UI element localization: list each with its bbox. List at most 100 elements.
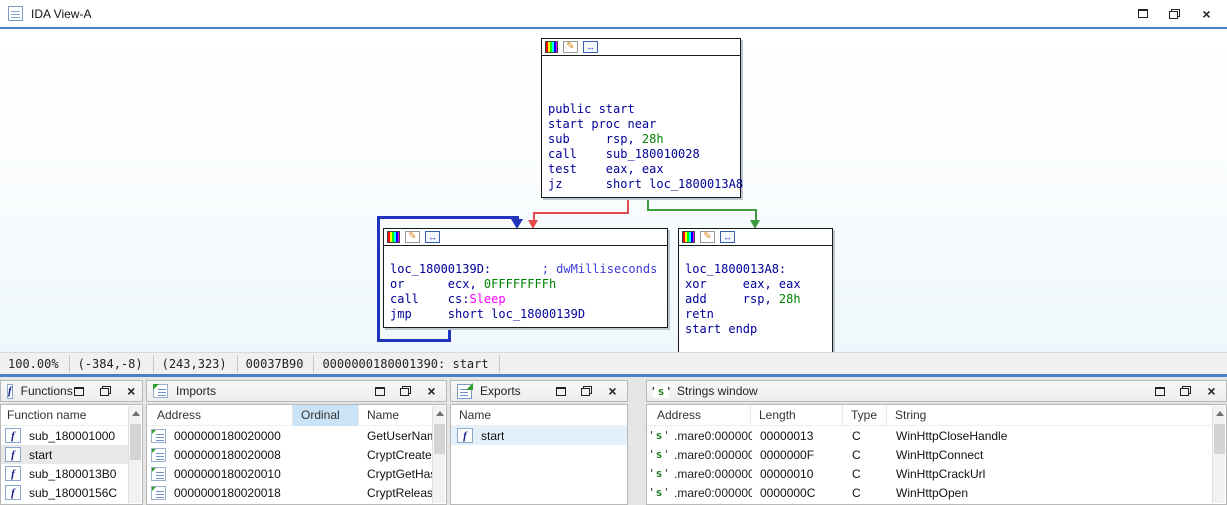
restore-icon[interactable] (1179, 385, 1192, 397)
string-row[interactable]: s.mare0:000000...0000000FCWinHttpConnect (647, 445, 1213, 464)
close-icon[interactable]: × (125, 385, 138, 397)
import-row[interactable]: 0000000180020008CryptCreateH (147, 445, 433, 464)
function-row[interactable]: fsub_1800013B0 (1, 464, 129, 483)
scrollbar-thumb[interactable] (434, 424, 445, 454)
scrollbar-thumb[interactable] (130, 424, 141, 460)
asm-line[interactable]: sub rsp, 28h (548, 132, 740, 147)
function-row[interactable]: fsub_18000156C (1, 483, 129, 502)
restore-icon[interactable] (399, 385, 412, 397)
graph-view[interactable]: public startstart proc nearsub rsp, 28hc… (0, 29, 1227, 352)
edge-loop-back (377, 216, 380, 342)
string-value: WinHttpCloseHandle (888, 429, 1213, 443)
maximize-icon[interactable] (1153, 385, 1166, 397)
maximize-icon[interactable] (73, 385, 86, 397)
column-type[interactable]: Type (843, 405, 887, 426)
strings-titlebar[interactable]: s Strings window × (646, 380, 1227, 402)
imports-panel: Imports × Address Ordinal Name 000000018… (146, 380, 447, 505)
maximize-icon[interactable] (373, 385, 386, 397)
strings-header[interactable]: Address Length Type String (647, 405, 1226, 426)
basic-block-start[interactable]: public startstart proc nearsub rsp, 28hc… (541, 38, 741, 198)
import-address: 0000000180020010 (174, 467, 293, 481)
asm-line[interactable]: call sub_180010028 (548, 147, 740, 162)
import-address: 0000000180020008 (174, 448, 293, 462)
asm-line[interactable]: loc_18000139D: ; dwMilliseconds (390, 262, 667, 277)
import-row[interactable]: 0000000180020018CryptRelease (147, 483, 433, 502)
asm-line[interactable]: start proc near (548, 117, 740, 132)
close-icon[interactable]: × (1200, 8, 1213, 20)
imports-titlebar[interactable]: Imports × (146, 380, 447, 402)
exports-icon (457, 384, 472, 399)
asm-line[interactable]: jmp short loc_18000139D (390, 307, 667, 322)
import-row[interactable]: 0000000180020010CryptGetHas (147, 464, 433, 483)
string-row[interactable]: s.mare0:000000...00000010CWinHttpCrackUr… (647, 464, 1213, 483)
string-row[interactable]: s.mare0:000000...0000000CCWinHttpOpen (647, 483, 1213, 502)
column-ordinal[interactable]: Ordinal (293, 405, 359, 426)
functions-titlebar[interactable]: f Functions × (0, 380, 143, 402)
function-row[interactable]: fsub_180001000 (1, 426, 129, 445)
close-icon[interactable]: × (1205, 385, 1218, 397)
asm-line[interactable]: public start (548, 102, 740, 117)
column-function-name[interactable]: Function name (1, 405, 142, 426)
string-row[interactable]: s.mare0:000000...00000013CWinHttpCloseHa… (647, 426, 1213, 445)
group-node-icon[interactable] (583, 41, 598, 53)
close-icon[interactable]: × (425, 385, 438, 397)
current-address: 0000000180001390: start (314, 355, 499, 373)
functions-header[interactable]: Function name (1, 405, 142, 426)
asm-line[interactable]: start endp (685, 322, 832, 337)
imports-header[interactable]: Address Ordinal Name (147, 405, 446, 426)
asm-line[interactable]: xor eax, eax (685, 277, 832, 292)
asm-line[interactable]: test eax, eax (548, 162, 740, 177)
exports-titlebar[interactable]: Exports × (450, 380, 628, 402)
file-offset: 00037B90 (238, 355, 315, 373)
group-node-icon[interactable] (720, 231, 735, 243)
column-length[interactable]: Length (751, 405, 843, 426)
column-name[interactable]: Name (451, 405, 627, 426)
functions-scrollbar[interactable] (128, 406, 141, 503)
restore-icon[interactable] (1168, 8, 1181, 20)
restore-icon[interactable] (580, 385, 593, 397)
scrollbar-thumb[interactable] (1214, 424, 1225, 454)
node-color-icon[interactable] (682, 231, 695, 243)
block-header (679, 229, 832, 246)
exports-header[interactable]: Name (451, 405, 627, 426)
basic-block-sleep-loop[interactable]: loc_18000139D: ; dwMillisecondsor ecx, 0… (383, 228, 668, 328)
functions-panel: f Functions × Function name fsub_1800010… (0, 380, 143, 505)
group-node-icon[interactable] (425, 231, 440, 243)
export-row[interactable]: fstart (451, 426, 627, 445)
ida-view-titlebar[interactable]: IDA View-A × (0, 0, 1227, 27)
strings-scrollbar[interactable] (1212, 406, 1225, 503)
asm-token: add rsp, (685, 292, 779, 306)
asm-line[interactable]: add rsp, 28h (685, 292, 832, 307)
column-string[interactable]: String (887, 405, 1226, 426)
column-address[interactable]: Address (147, 405, 293, 426)
string-length: 00000013 (752, 429, 844, 443)
edit-node-icon[interactable] (563, 41, 578, 53)
asm-line[interactable]: or ecx, 0FFFFFFFFh (390, 277, 667, 292)
edit-node-icon[interactable] (405, 231, 420, 243)
node-color-icon[interactable] (545, 41, 558, 53)
edge-fallthrough (627, 197, 629, 213)
import-name: GetUserNam (359, 429, 433, 443)
function-row[interactable]: fstart (1, 445, 129, 464)
imports-scrollbar[interactable] (432, 406, 445, 503)
import-address: 0000000180020018 (174, 486, 293, 500)
function-name: sub_18000156C (29, 486, 117, 500)
column-address[interactable]: Address (647, 405, 751, 426)
strings-title: Strings window (677, 384, 758, 398)
asm-line[interactable]: loc_1800013A8: (685, 262, 832, 277)
edit-node-icon[interactable] (700, 231, 715, 243)
close-icon[interactable]: × (606, 385, 619, 397)
restore-icon[interactable] (99, 385, 112, 397)
import-icon (151, 429, 166, 443)
functions-title: Functions (21, 384, 73, 398)
basic-block-exit[interactable]: loc_1800013A8:xor eax, eaxadd rsp, 28hre… (678, 228, 833, 352)
maximize-icon[interactable] (1136, 8, 1149, 20)
asm-line[interactable]: retn (685, 307, 832, 322)
asm-token: call cs: (390, 292, 469, 306)
asm-line[interactable]: jz short loc_1800013A8 (548, 177, 740, 192)
maximize-icon[interactable] (554, 385, 567, 397)
asm-line[interactable]: call cs:Sleep (390, 292, 667, 307)
import-row[interactable]: 0000000180020000GetUserNam (147, 426, 433, 445)
string-address: .mare0:000000... (674, 467, 752, 481)
node-color-icon[interactable] (387, 231, 400, 243)
